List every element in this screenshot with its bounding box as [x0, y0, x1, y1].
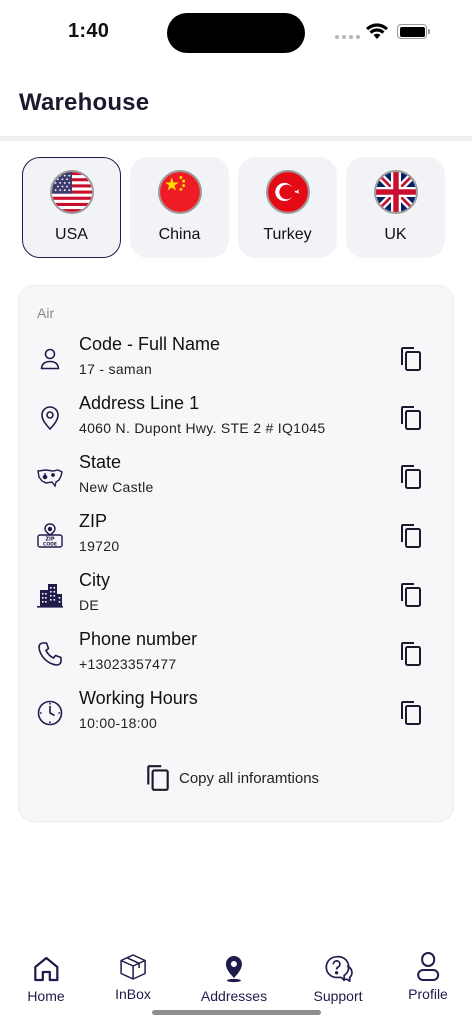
address-card: Air Code - Full Name 17 - saman Address …: [18, 285, 454, 822]
nav-label: InBox: [115, 986, 151, 1002]
svg-text:CODE: CODE: [43, 542, 57, 548]
city-buildings-icon: [35, 580, 65, 610]
tab-uk[interactable]: UK: [346, 157, 445, 258]
signal-icon: [335, 35, 360, 39]
info-row-city: City DE: [19, 570, 455, 620]
copy-button[interactable]: [397, 403, 425, 433]
info-row-state: State New Castle: [19, 452, 455, 502]
copy-button[interactable]: [397, 580, 425, 610]
row-title: State: [79, 452, 122, 472]
country-label: UK: [384, 226, 407, 243]
nav-support[interactable]: Support: [313, 953, 363, 1004]
tab-usa[interactable]: USA: [22, 157, 121, 258]
copy-icon: [401, 406, 421, 430]
home-icon: [33, 956, 59, 982]
status-bar: 1:40: [0, 0, 472, 64]
nav-home[interactable]: Home: [27, 953, 65, 1004]
nav-label: Profile: [408, 986, 448, 1002]
country-label: USA: [55, 226, 88, 243]
home-indicator[interactable]: [152, 1010, 321, 1015]
nav-profile[interactable]: Profile: [408, 951, 448, 1002]
copy-all-button[interactable]: Copy all inforamtions: [145, 764, 319, 792]
user-icon: [35, 344, 65, 374]
copy-button[interactable]: [397, 698, 425, 728]
country-label: Turkey: [263, 226, 312, 243]
copy-button[interactable]: [397, 521, 425, 551]
row-value: New Castle: [79, 479, 154, 495]
copy-all-label: Copy all inforamtions: [179, 769, 320, 787]
location-pin-icon: [226, 956, 242, 983]
tab-turkey[interactable]: Turkey: [238, 157, 337, 258]
tab-china[interactable]: China: [130, 157, 229, 258]
copy-icon: [401, 524, 421, 548]
row-value: 10:00-18:00: [79, 715, 158, 731]
phone-icon: [35, 639, 65, 669]
location-pin-icon: [35, 403, 65, 433]
battery-icon: [397, 24, 430, 39]
row-title: ZIP: [79, 511, 108, 531]
country-label: China: [158, 226, 201, 243]
uk-flag-icon: [373, 170, 418, 214]
row-value: 4060 N. Dupont Hwy. STE 2 # IQ1045: [79, 420, 326, 436]
row-value: 17 - saman: [79, 361, 153, 377]
box-icon: [120, 954, 146, 980]
turkey-flag-icon: [265, 170, 310, 214]
china-flag-icon: [157, 170, 202, 214]
usa-map-icon: [35, 462, 65, 492]
wifi-icon: [366, 23, 388, 39]
row-value: 19720: [79, 538, 120, 554]
country-tabs: USA China Turkey UK: [22, 157, 445, 258]
copy-icon: [147, 765, 169, 791]
info-row-zip: ZIP CODE ZIP 19720: [19, 511, 455, 561]
info-row-phone: Phone number +13023357477: [19, 629, 455, 679]
copy-icon: [401, 347, 421, 371]
support-chat-icon: [325, 955, 353, 983]
info-row-working-hours: Working Hours 10:00-18:00: [19, 688, 455, 738]
copy-icon: [401, 583, 421, 607]
row-value: +13023357477: [79, 656, 177, 672]
status-time: 1:40: [68, 20, 110, 42]
row-title: Code - Full Name: [79, 334, 221, 354]
nav-inbox[interactable]: InBox: [115, 951, 151, 1002]
copy-button[interactable]: [397, 344, 425, 374]
shipping-type-label: Air: [37, 305, 55, 321]
nav-label: Home: [27, 988, 65, 1004]
dynamic-island: [167, 13, 305, 53]
usa-flag-icon: [49, 170, 94, 214]
row-title: Working Hours: [79, 688, 198, 708]
row-title: Address Line 1: [79, 393, 200, 413]
row-title: Phone number: [79, 629, 198, 649]
clock-icon: [35, 698, 65, 728]
page-title: Warehouse: [19, 89, 150, 116]
copy-icon: [401, 465, 421, 489]
nav-label: Addresses: [200, 988, 268, 1004]
copy-button[interactable]: [397, 639, 425, 669]
header-divider: [0, 136, 472, 141]
copy-icon: [401, 642, 421, 666]
zip-code-icon: ZIP CODE: [35, 521, 65, 551]
row-title: City: [79, 570, 110, 590]
nav-addresses[interactable]: Addresses: [201, 953, 267, 1004]
copy-button[interactable]: [397, 462, 425, 492]
info-row-address-line: Address Line 1 4060 N. Dupont Hwy. STE 2…: [19, 393, 455, 443]
copy-icon: [401, 701, 421, 725]
row-value: DE: [79, 597, 100, 613]
nav-label: Support: [313, 988, 363, 1004]
profile-icon: [417, 952, 439, 981]
info-row-code-name: Code - Full Name 17 - saman: [19, 334, 455, 384]
